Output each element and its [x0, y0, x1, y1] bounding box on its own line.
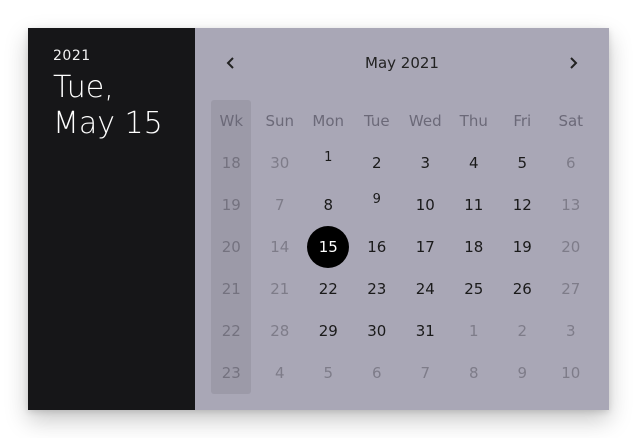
week-number: 23: [221, 364, 241, 382]
calendar-day-outside[interactable]: 5: [304, 352, 353, 394]
calendar-day[interactable]: 10: [401, 184, 450, 226]
week-row: 19 7 8 9 10 11 12 13: [207, 184, 599, 226]
calendar-day[interactable]: 26: [498, 268, 547, 310]
calendar-day[interactable]: 29: [304, 310, 353, 352]
calendar-day-selected[interactable]: 15: [304, 226, 353, 268]
selected-year[interactable]: 2021: [53, 48, 195, 64]
calendar-day-outside[interactable]: 6: [353, 352, 402, 394]
calendar-day[interactable]: 19: [498, 226, 547, 268]
week-row: 21 21 22 23 24 25 26 27: [207, 268, 599, 310]
weekday-header-wed: Wed: [408, 112, 442, 130]
next-month-button[interactable]: [562, 52, 584, 74]
calendar-day-outside[interactable]: 7: [401, 352, 450, 394]
weekday-header-sat: Sat: [558, 112, 584, 130]
week-number: 19: [221, 196, 241, 214]
calendar-day[interactable]: 7: [256, 184, 305, 226]
weekday-header-sun: Sun: [265, 112, 295, 130]
calendar-day[interactable]: 13: [547, 184, 596, 226]
calendar-day-outside[interactable]: 3: [547, 310, 596, 352]
selected-day-label: 15: [307, 226, 350, 268]
calendar-day[interactable]: 27: [547, 268, 596, 310]
calendar-day-outside[interactable]: 9: [498, 352, 547, 394]
calendar-day[interactable]: 24: [401, 268, 450, 310]
calendar-day[interactable]: 1: [304, 136, 353, 178]
selected-date: Tue, May 15: [53, 70, 195, 142]
calendar-day[interactable]: 22: [304, 268, 353, 310]
week-row: 20 14 15 16 17 18 19 20: [207, 226, 599, 268]
selected-date-day: May 15: [53, 106, 163, 141]
week-row: 23 4 5 6 7 8 9 10: [207, 352, 599, 394]
calendar-day[interactable]: 18: [450, 226, 499, 268]
week-row: 22 28 29 30 31 1 2 3: [207, 310, 599, 352]
calendar-day[interactable]: 14: [256, 226, 305, 268]
calendar-day[interactable]: 30: [353, 310, 402, 352]
weekday-header-wk: Wk: [219, 112, 244, 130]
calendar-day[interactable]: 31: [401, 310, 450, 352]
week-number: 22: [221, 322, 241, 340]
calendar-day[interactable]: 17: [401, 226, 450, 268]
calendar-panel: May 2021 Wk Sun Mon Tue Wed Thu Fri Sat: [195, 28, 609, 410]
calendar-day-outside[interactable]: 30: [256, 142, 305, 184]
date-picker: 2021 Tue, May 15 May 2021 Wk Sun Mon Tue…: [28, 28, 609, 410]
calendar-grid: Wk Sun Mon Tue Wed Thu Fri Sat 18 30 1 2…: [207, 100, 599, 394]
weekday-header-thu: Thu: [459, 112, 488, 130]
weekday-header-tue: Tue: [363, 112, 390, 130]
calendar-day[interactable]: 4: [450, 142, 499, 184]
chevron-right-icon: [570, 57, 578, 69]
calendar-day-outside[interactable]: 4: [256, 352, 305, 394]
calendar-day[interactable]: 28: [256, 310, 305, 352]
calendar-day[interactable]: 8: [304, 184, 353, 226]
calendar-day[interactable]: 5: [498, 142, 547, 184]
weekday-header-row: Wk Sun Mon Tue Wed Thu Fri Sat: [207, 100, 599, 142]
calendar-day-outside[interactable]: 2: [498, 310, 547, 352]
calendar-day[interactable]: 3: [401, 142, 450, 184]
calendar-day[interactable]: 11: [450, 184, 499, 226]
date-picker-sidebar: 2021 Tue, May 15: [28, 28, 195, 410]
calendar-day[interactable]: 25: [450, 268, 499, 310]
calendar-day-outside[interactable]: 8: [450, 352, 499, 394]
calendar-day[interactable]: 23: [353, 268, 402, 310]
calendar-day[interactable]: 9: [353, 178, 402, 220]
selected-date-weekday: Tue,: [53, 70, 114, 105]
weekday-header-fri: Fri: [513, 112, 532, 130]
calendar-day[interactable]: 12: [498, 184, 547, 226]
calendar-day[interactable]: 16: [353, 226, 402, 268]
week-number: 21: [221, 280, 241, 298]
calendar-header: May 2021: [195, 28, 609, 98]
calendar-day-outside[interactable]: 10: [547, 352, 596, 394]
calendar-day[interactable]: 6: [547, 142, 596, 184]
week-number: 20: [221, 238, 241, 256]
week-number: 18: [221, 154, 241, 172]
calendar-day[interactable]: 20: [547, 226, 596, 268]
calendar-day-outside[interactable]: 1: [450, 310, 499, 352]
calendar-day[interactable]: 21: [256, 268, 305, 310]
month-label: May 2021: [365, 54, 439, 72]
week-row: 18 30 1 2 3 4 5 6: [207, 142, 599, 184]
